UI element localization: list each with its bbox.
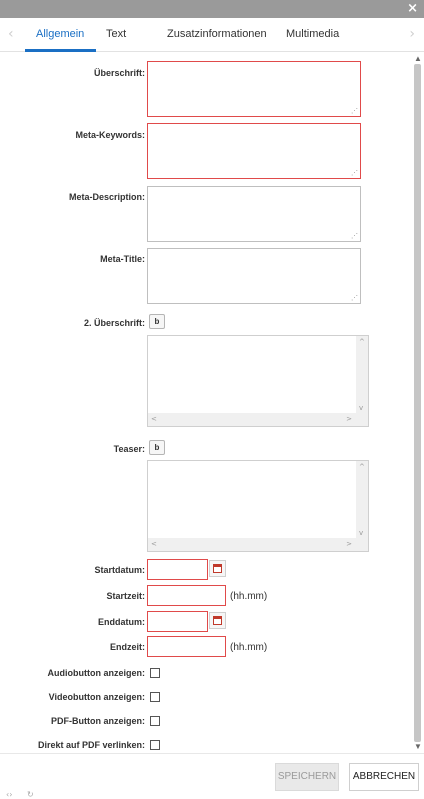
horizontal-scrollbar[interactable]: < > xyxy=(148,413,368,426)
resize-grip-icon[interactable]: ⋰ xyxy=(351,295,358,302)
dialog-titlebar: × xyxy=(0,0,424,18)
refresh-icon[interactable]: ↻ xyxy=(27,790,34,799)
tab-text[interactable]: Text xyxy=(106,28,126,40)
scroll-down-icon[interactable]: ▼ xyxy=(414,742,422,751)
meta-keywords-label: Meta-Keywords: xyxy=(75,130,145,140)
meta-title-textarea[interactable]: ⋰ xyxy=(147,248,361,304)
tab-bar: ‹ Allgemein Text Zusatzinformationen Mul… xyxy=(0,18,424,52)
editor-source-button[interactable]: b xyxy=(149,440,165,455)
startdatum-input[interactable] xyxy=(147,559,208,580)
resize-grip-icon[interactable]: ⋰ xyxy=(351,108,358,115)
dialog-footer: SPEICHERN ABBRECHEN ‹› ↻ xyxy=(0,753,424,799)
scroll-right-icon[interactable]: > xyxy=(346,415,352,423)
meta-title-label: Meta-Title: xyxy=(100,254,145,264)
pdfbutton-label: PDF-Button anzeigen: xyxy=(51,716,145,726)
audiobutton-label: Audiobutton anzeigen: xyxy=(47,668,145,678)
startzeit-format-hint: (hh.mm) xyxy=(230,591,268,602)
scroll-down-icon[interactable]: v xyxy=(359,529,363,537)
editor-source-button[interactable]: b xyxy=(149,314,165,329)
save-button[interactable]: SPEICHERN xyxy=(275,763,339,791)
meta-description-label: Meta-Description: xyxy=(68,192,145,202)
form-content: Überschrift: ⋰ Meta-Keywords: ⋰ Meta-Des… xyxy=(0,52,412,753)
tab-multimedia[interactable]: Multimedia xyxy=(286,28,339,40)
endzeit-input[interactable] xyxy=(147,636,226,657)
code-icon[interactable]: ‹› xyxy=(6,790,12,799)
enddatum-input[interactable] xyxy=(147,611,208,632)
audiobutton-checkbox[interactable] xyxy=(150,668,160,678)
scroll-left-icon[interactable]: < xyxy=(151,540,157,548)
pdf-link-label: Direkt auf PDF verlinken: xyxy=(37,740,145,750)
enddatum-label: Enddatum: xyxy=(98,617,145,627)
vertical-scrollbar[interactable]: ^ v xyxy=(356,461,368,539)
tab-scroll-left-icon[interactable]: ‹ xyxy=(8,26,14,42)
pdf-link-checkbox[interactable] xyxy=(150,740,160,750)
videobutton-label: Videobutton anzeigen: xyxy=(48,692,145,702)
ueberschrift-textarea[interactable]: ⋰ xyxy=(147,61,361,117)
ueberschrift2-label: 2. Überschrift: xyxy=(83,318,145,328)
scroll-left-icon[interactable]: < xyxy=(151,415,157,423)
endzeit-format-hint: (hh.mm) xyxy=(230,642,268,653)
scroll-down-icon[interactable]: v xyxy=(359,404,363,412)
close-icon[interactable]: × xyxy=(407,2,418,16)
endzeit-label: Endzeit: xyxy=(110,642,145,652)
teaser-label: Teaser: xyxy=(113,444,145,454)
cancel-button[interactable]: ABBRECHEN xyxy=(349,763,419,791)
tab-zusatzinformationen[interactable]: Zusatzinformationen xyxy=(167,28,267,40)
scroll-up-icon[interactable]: ^ xyxy=(359,463,365,471)
tab-scroll-right-icon[interactable]: › xyxy=(409,26,415,42)
videobutton-checkbox[interactable] xyxy=(150,692,160,702)
vertical-scrollbar[interactable]: ^ v xyxy=(356,336,368,414)
scroll-right-icon[interactable]: > xyxy=(346,540,352,548)
resize-grip-icon[interactable]: ⋰ xyxy=(351,170,358,177)
form-scrollbar[interactable]: ▲ ▼ xyxy=(412,52,424,753)
meta-keywords-textarea[interactable]: ⋰ xyxy=(147,123,361,179)
ueberschrift-label: Überschrift: xyxy=(93,68,145,78)
startdatum-label: Startdatum: xyxy=(94,565,145,575)
calendar-icon[interactable] xyxy=(209,612,226,629)
meta-description-textarea[interactable]: ⋰ xyxy=(147,186,361,242)
calendar-icon[interactable] xyxy=(209,560,226,577)
pdfbutton-checkbox[interactable] xyxy=(150,716,160,726)
startzeit-input[interactable] xyxy=(147,585,226,606)
scroll-up-icon[interactable]: ▲ xyxy=(414,54,422,63)
resize-grip-icon[interactable]: ⋰ xyxy=(351,233,358,240)
startzeit-label: Startzeit: xyxy=(106,591,145,601)
ueberschrift2-editor[interactable]: ^ v < > xyxy=(147,335,369,427)
scroll-up-icon[interactable]: ^ xyxy=(359,338,365,346)
scrollbar-thumb[interactable] xyxy=(414,64,421,742)
tab-allgemein[interactable]: Allgemein xyxy=(36,28,84,40)
horizontal-scrollbar[interactable]: < > xyxy=(148,538,368,551)
teaser-editor[interactable]: ^ v < > xyxy=(147,460,369,552)
